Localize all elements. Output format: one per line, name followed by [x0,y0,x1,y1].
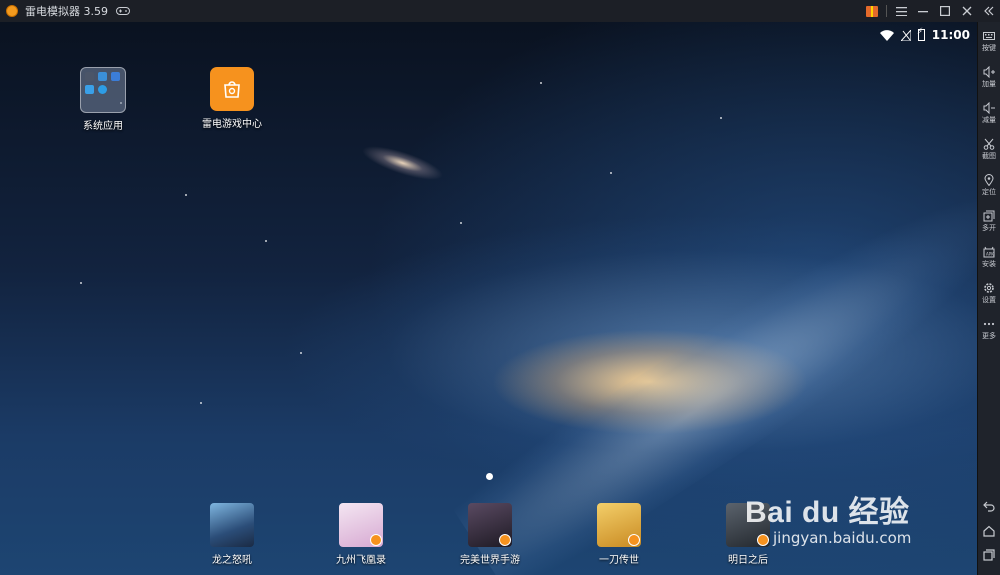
back-icon[interactable] [983,500,995,512]
home-icon[interactable] [983,525,995,537]
desktop-icon-label: 系统应用 [83,121,123,132]
star [460,222,462,224]
battery-charging-icon [917,27,925,41]
close-icon [962,6,972,16]
game-center-badge-icon [628,534,640,546]
dock-app-label: 龙之怒吼 [212,555,252,566]
game-icon [210,503,254,547]
star [200,402,202,404]
install-apk-icon: APK [983,246,995,258]
toolbar-location-button[interactable]: 定位 [978,174,1000,197]
baidu-jingyan-watermark: Bai du 经验 jingyan.baidu.com [745,487,911,547]
toolbar-label: 加量 [982,80,996,88]
folder-icon [80,67,126,113]
toolbar-label: 定位 [982,188,996,196]
files-mini-icon [111,72,120,81]
toolbar-screenshot-button[interactable]: 截图 [978,138,1000,161]
double-chevron-left-icon [984,6,994,16]
collapse-sidebar-button[interactable] [978,0,1000,22]
gift-button[interactable] [861,0,883,22]
toolbar-label: 截图 [982,152,996,160]
right-toolbar: 按键 加量 减量 截图 定位 多开 APK 安装 设置 更多 [977,22,1000,575]
toolbar-label: 按键 [982,44,996,52]
star [80,282,82,284]
toolbar-label: 更多 [982,332,996,340]
star [300,352,302,354]
toolbar-label: 设置 [982,296,996,304]
game-icon [339,503,383,547]
gear-icon [984,283,994,293]
toolbar-label: 减量 [982,116,996,124]
dock-app-jiuzhou[interactable]: 九州飞凰录 [311,503,411,566]
browser-mini-icon [98,72,107,81]
wallpaper-small-galaxy [358,139,447,187]
toolbar-keymap-button[interactable]: 按键 [978,30,1000,53]
close-button[interactable] [956,0,978,22]
volume-up-icon [983,66,995,78]
app-logo-icon [6,5,18,17]
more-icon [983,322,995,326]
no-signal-icon [900,29,911,41]
minimize-button[interactable] [912,0,934,22]
download-mini-icon [98,85,107,94]
star [720,117,722,119]
toolbar-volume-up-button[interactable]: 加量 [978,66,1000,89]
star [610,172,612,174]
maximize-button[interactable] [934,0,956,22]
dock-app-longzhinuhou[interactable]: 龙之怒吼 [182,503,282,566]
scissors-icon [983,138,995,150]
location-icon [984,174,994,186]
dock-app-label: 明日之后 [728,555,768,566]
volume-down-icon [983,102,995,114]
game-center-icon [210,67,254,111]
android-status-bar: 11:00 [879,27,970,43]
dock-app-yidaochuanshi[interactable]: 一刀传世 [569,503,669,566]
menu-button[interactable] [890,0,912,22]
shopping-bag-icon [224,81,240,98]
star [185,194,187,196]
gift-icon [866,5,878,17]
toolbar-volume-down-button[interactable]: 减量 [978,102,1000,125]
svg-text:APK: APK [986,252,994,257]
dock-app-label: 九州飞凰录 [336,555,386,566]
toolbar-label: 多开 [982,224,996,232]
minimize-icon [918,11,928,13]
toolbar-more-button[interactable]: 更多 [978,318,1000,341]
watermark-brand: Bai du 经验 [745,496,910,529]
multi-instance-icon [983,210,995,222]
dock-app-label: 一刀传世 [599,555,639,566]
menu-icon [895,6,907,16]
star [540,82,542,84]
settings-mini-icon [85,72,94,81]
wifi-icon [879,29,894,41]
game-icon [597,503,641,547]
game-icon [468,503,512,547]
window-title: 雷电模拟器 3.59 [25,5,108,18]
maximize-icon [940,6,950,16]
toolbar-label: 安装 [982,260,996,268]
dock-app-label: 完美世界手游 [460,555,520,566]
desktop-icon-system-apps[interactable]: 系统应用 [55,67,151,132]
title-separator [886,5,887,17]
toolbar-settings-button[interactable]: 设置 [978,282,1000,305]
game-center-badge-icon [499,534,511,546]
game-center-badge-icon [370,534,382,546]
contacts-mini-icon [85,85,94,94]
star [265,240,267,242]
keyboard-icon [983,32,995,40]
toolbar-multi-instance-button[interactable]: 多开 [978,210,1000,233]
desktop-icon-game-center[interactable]: 雷电游戏中心 [184,67,280,130]
page-indicator-dot [486,473,493,480]
title-bar: 雷电模拟器 3.59 [0,0,1000,23]
android-screen[interactable]: 11:00 系统应用 雷电游戏中心 龙之怒吼 九州飞凰录 [0,22,978,575]
recent-apps-icon[interactable] [983,549,995,561]
toolbar-install-apk-button[interactable]: APK 安装 [978,246,1000,269]
clock: 11:00 [931,28,970,42]
watermark-url: jingyan.baidu.com [773,529,912,547]
desktop-icon-label: 雷电游戏中心 [202,119,262,130]
gamepad-icon[interactable] [116,6,130,16]
dock-app-wanmeishijie[interactable]: 完美世界手游 [440,503,540,566]
